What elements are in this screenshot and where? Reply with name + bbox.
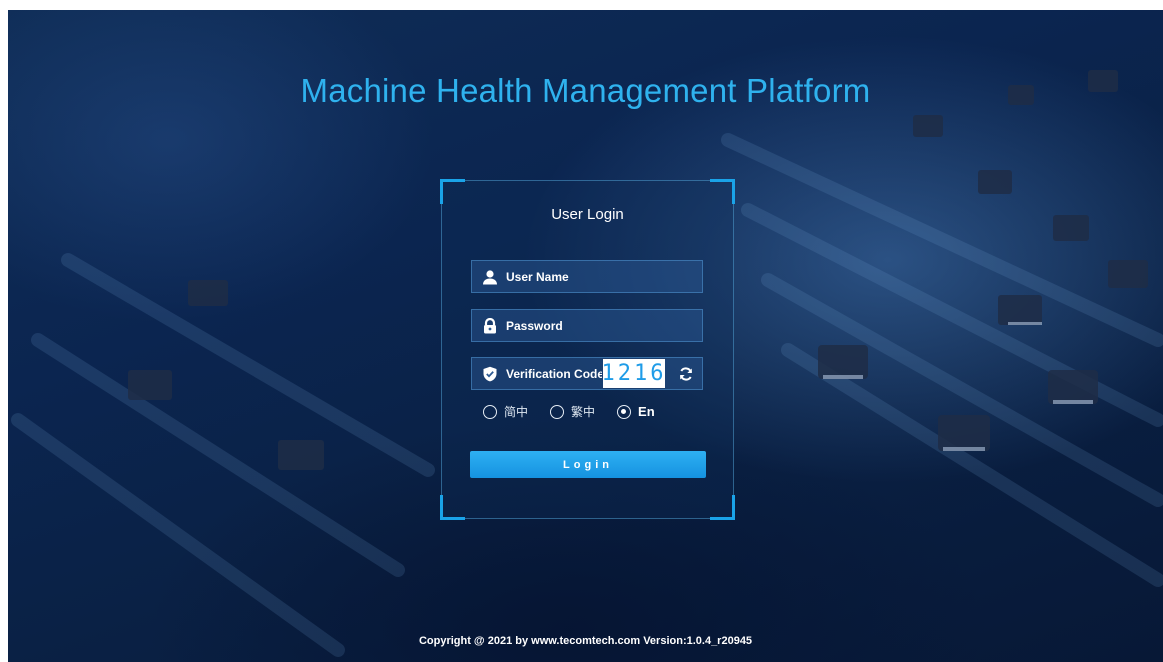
language-option-traditional-chinese[interactable]: 繁中 [550, 403, 595, 420]
corner-decoration [440, 179, 465, 204]
password-field[interactable] [471, 309, 703, 342]
corner-decoration [440, 495, 465, 520]
corner-decoration [710, 179, 735, 204]
lock-icon [481, 317, 499, 335]
verification-field[interactable]: 1216 [471, 357, 703, 390]
browser-top-strip [0, 0, 1163, 10]
language-label: 简中 [504, 405, 529, 419]
user-icon [481, 268, 499, 286]
shield-check-icon [481, 365, 499, 383]
language-label: 繁中 [571, 405, 596, 419]
language-option-english[interactable]: En [617, 404, 655, 419]
verification-input[interactable] [506, 366, 602, 381]
login-heading: User Login [551, 206, 624, 223]
language-selector: 简中 繁中 En [483, 403, 677, 420]
login-panel: User Login 1216 简中 [440, 179, 735, 520]
password-input[interactable] [506, 318, 686, 333]
radio-button-selected[interactable] [617, 404, 632, 419]
footer-copyright: Copyright @ 2021 by www.tecomtech.com Ve… [418, 635, 753, 647]
page-title: Machine Health Management Platform [300, 72, 871, 109]
language-label: En [638, 404, 655, 419]
radio-button[interactable] [483, 404, 497, 419]
login-background: Machine Health Management Platform User … [8, 10, 1163, 662]
username-field[interactable] [471, 260, 703, 293]
username-input[interactable] [506, 269, 686, 284]
login-button[interactable]: Login [470, 451, 706, 478]
radio-button[interactable] [550, 404, 565, 419]
corner-decoration [710, 495, 735, 520]
language-option-simplified-chinese[interactable]: 简中 [483, 403, 528, 420]
refresh-icon[interactable] [676, 364, 696, 384]
captcha-image[interactable]: 1216 [602, 359, 665, 388]
